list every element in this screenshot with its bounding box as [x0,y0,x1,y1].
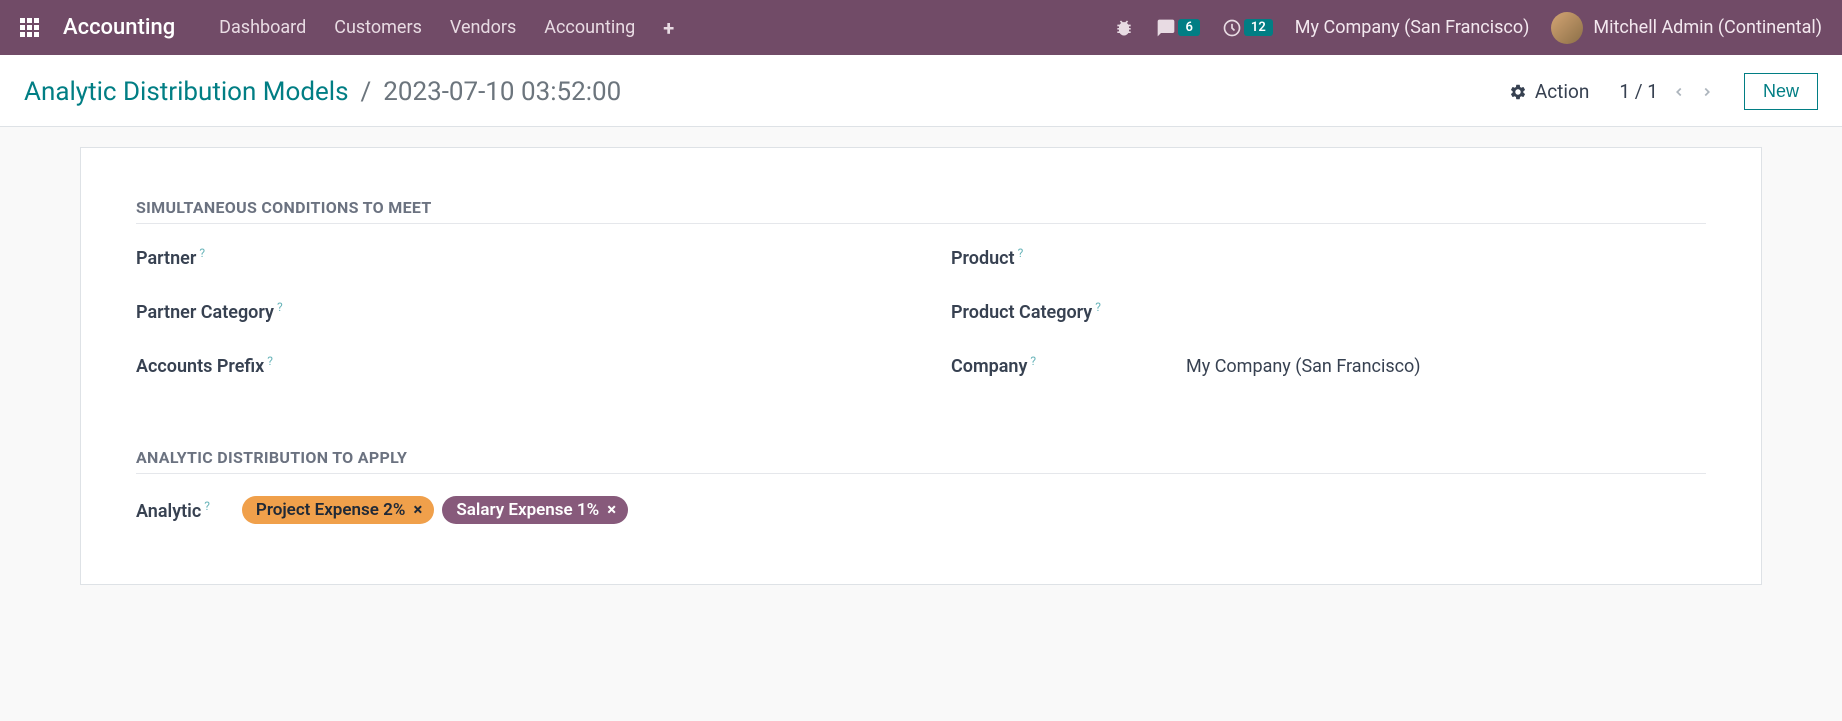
breadcrumb-parent[interactable]: Analytic Distribution Models [24,77,349,107]
gear-icon [1509,83,1527,101]
nav-item-customers[interactable]: Customers [334,17,422,38]
debug-icon[interactable] [1114,18,1134,38]
form-wrapper: SIMULTANEOUS CONDITIONS TO MEET Partner?… [0,127,1842,605]
conditions-grid: Partner? Partner Category? Accounts Pref… [136,246,1706,408]
nav-menu: Dashboard Customers Vendors Accounting + [219,16,674,40]
partner-category-label: Partner Category? [136,300,371,323]
partner-category-field: Partner Category? [136,300,891,328]
help-icon[interactable]: ? [204,499,210,513]
partner-label: Partner? [136,246,371,269]
help-icon[interactable]: ? [277,300,283,314]
conditions-right-column: Product? Product Category? Company? My C… [951,246,1706,408]
navbar-right: 6 12 My Company (San Francisco) Mitchell… [1114,12,1822,44]
action-label: Action [1535,80,1590,103]
action-button[interactable]: Action [1509,80,1590,103]
nav-add-icon[interactable]: + [663,16,674,40]
brand-title[interactable]: Accounting [63,15,175,40]
distribution-section-title: ANALYTIC DISTRIBUTION TO APPLY [136,448,1706,474]
nav-item-vendors[interactable]: Vendors [450,17,516,38]
product-label: Product? [951,246,1186,269]
breadcrumb: Analytic Distribution Models / 2023-07-1… [24,77,621,107]
control-panel: Analytic Distribution Models / 2023-07-1… [0,55,1842,127]
nav-item-accounting[interactable]: Accounting [544,17,635,38]
company-field: Company? My Company (San Francisco) [951,354,1706,382]
pager-prev-icon[interactable] [1672,83,1686,101]
partner-field: Partner? [136,246,891,274]
tag-remove-icon[interactable]: × [413,500,422,520]
pager-counter[interactable]: 1 / 1 [1619,80,1658,103]
form-sheet: SIMULTANEOUS CONDITIONS TO MEET Partner?… [80,147,1762,585]
analytic-tags[interactable]: Project Expense 2% × Salary Expense 1% × [242,496,628,524]
tag-label: Project Expense 2% [256,500,405,520]
company-value[interactable]: My Company (San Francisco) [1186,356,1421,377]
avatar [1551,12,1583,44]
activities-badge: 12 [1244,19,1273,36]
conditions-left-column: Partner? Partner Category? Accounts Pref… [136,246,891,408]
tag-remove-icon[interactable]: × [607,500,616,520]
pager: 1 / 1 [1619,80,1714,103]
messages-button[interactable]: 6 [1156,18,1199,38]
main-navbar: Accounting Dashboard Customers Vendors A… [0,0,1842,55]
help-icon[interactable]: ? [1030,354,1036,368]
accounts-prefix-field: Accounts Prefix? [136,354,891,382]
analytic-label: Analytic? [136,499,210,522]
conditions-section-title: SIMULTANEOUS CONDITIONS TO MEET [136,198,1706,224]
control-panel-right: Action 1 / 1 New [1509,73,1818,110]
help-icon[interactable]: ? [1018,246,1024,260]
pager-next-icon[interactable] [1700,83,1714,101]
company-switcher[interactable]: My Company (San Francisco) [1295,17,1530,38]
product-category-field: Product Category? [951,300,1706,328]
help-icon[interactable]: ? [199,246,205,260]
new-button[interactable]: New [1744,73,1818,110]
breadcrumb-separator: / [361,77,372,107]
accounts-prefix-label: Accounts Prefix? [136,354,371,377]
product-category-label: Product Category? [951,300,1186,323]
help-icon[interactable]: ? [1095,300,1101,314]
help-icon[interactable]: ? [267,354,273,368]
user-menu[interactable]: Mitchell Admin (Continental) [1551,12,1822,44]
apps-icon[interactable] [20,18,39,37]
navbar-left: Accounting Dashboard Customers Vendors A… [20,15,674,40]
nav-item-dashboard[interactable]: Dashboard [219,17,306,38]
analytic-field: Analytic? Project Expense 2% × Salary Ex… [136,496,1706,524]
activities-button[interactable]: 12 [1222,18,1273,38]
breadcrumb-current: 2023-07-10 03:52:00 [383,77,621,107]
user-name: Mitchell Admin (Continental) [1593,17,1822,38]
analytic-tag[interactable]: Salary Expense 1% × [442,496,628,524]
analytic-tag[interactable]: Project Expense 2% × [242,496,435,524]
messages-badge: 6 [1178,19,1199,36]
tag-label: Salary Expense 1% [456,500,599,520]
product-field: Product? [951,246,1706,274]
company-label: Company? [951,354,1186,377]
